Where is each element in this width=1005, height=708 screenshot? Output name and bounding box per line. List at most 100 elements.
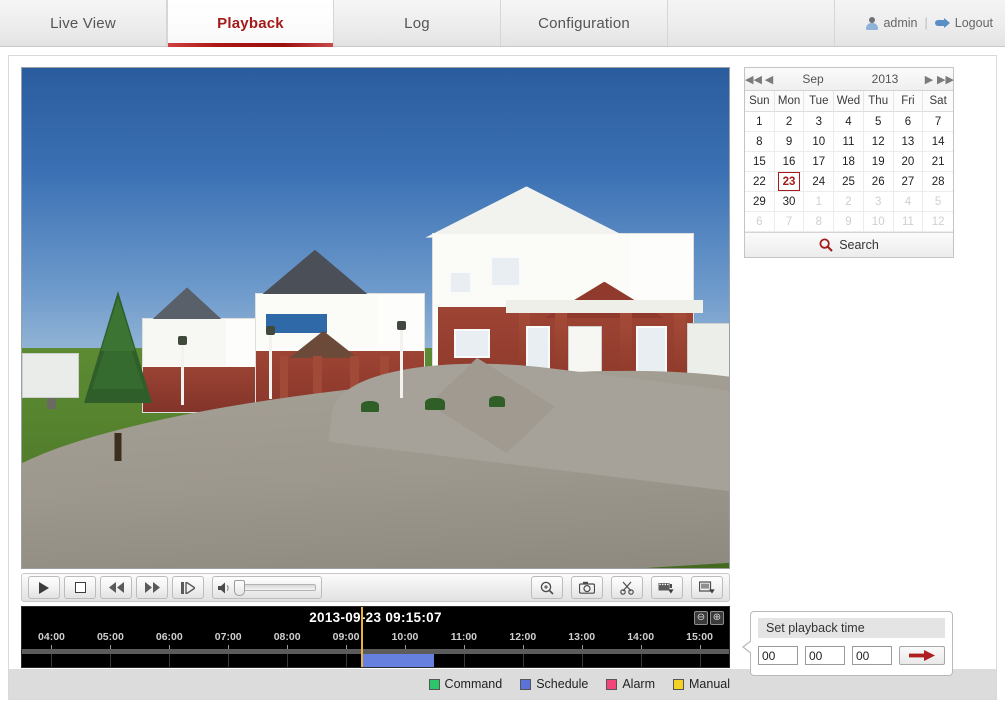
playback-minute-input[interactable] (805, 646, 845, 665)
user-separator: | (924, 16, 928, 30)
playback-hour-input[interactable] (758, 646, 798, 665)
calendar-day-29[interactable]: 29 (745, 192, 775, 212)
reverse-playback-button[interactable] (100, 576, 132, 599)
timeline-track[interactable] (22, 654, 729, 667)
calendar-day-2[interactable]: 2 (774, 112, 805, 132)
calendar-day-28[interactable]: 28 (923, 172, 953, 192)
calendar-day-13[interactable]: 13 (893, 132, 924, 152)
search-button[interactable]: Search (745, 232, 953, 257)
timeline-tick-0700: 07:00 (214, 631, 242, 643)
timeline-tick-0600: 06:00 (155, 631, 183, 643)
calendar-next-month-button[interactable]: ▶ (921, 73, 937, 86)
calendar-day-3[interactable]: 3 (804, 112, 835, 132)
timeline-recording-block[interactable] (360, 654, 435, 667)
playback-second-input[interactable] (852, 646, 892, 665)
playback-goto-button[interactable] (899, 646, 945, 665)
legend-label-alarm: Alarm (622, 677, 655, 691)
calendar-prev-month-button[interactable]: ◀ (761, 73, 777, 86)
volume-slider-track[interactable] (234, 580, 316, 596)
calendar-day-5[interactable]: 5 (863, 112, 894, 132)
calendar-day-12[interactable]: 12 (923, 212, 953, 232)
video-display[interactable] (21, 67, 730, 569)
volume-control[interactable] (212, 576, 322, 599)
calendar-day-18[interactable]: 18 (834, 152, 864, 172)
calendar-day-9[interactable]: 9 (774, 132, 805, 152)
calendar-day-6[interactable]: 6 (745, 212, 775, 232)
tab-live-view[interactable]: Live View (0, 0, 167, 46)
calendar-day-1[interactable]: 1 (804, 192, 835, 212)
capture-picture-button[interactable] (571, 576, 603, 599)
set-playback-time-title: Set playback time (758, 618, 945, 638)
download-video-button[interactable] (651, 576, 683, 599)
scene-house-edge-left (22, 353, 79, 398)
calendar-day-11[interactable]: 11 (834, 132, 864, 152)
calendar-day-3[interactable]: 3 (863, 192, 894, 212)
playback-timeline[interactable]: 2013-09-23 09:15:07 ⊖ ⊕ 04:00 05:00 06:00 0… (21, 606, 730, 668)
calendar-day-12[interactable]: 12 (863, 132, 894, 152)
calendar-day-20[interactable]: 20 (893, 152, 924, 172)
timeline-cursor[interactable] (360, 607, 363, 667)
tab-configuration[interactable]: Configuration (501, 0, 668, 46)
calendar-day-16[interactable]: 16 (774, 152, 805, 172)
calendar-day-4[interactable]: 4 (893, 192, 924, 212)
calendar-day-4[interactable]: 4 (834, 112, 864, 132)
scene-lamp-post-1 (178, 336, 188, 405)
set-playback-time-row (758, 646, 945, 665)
calendar-day-1[interactable]: 1 (745, 112, 775, 132)
logout-icon[interactable] (934, 17, 950, 29)
calendar-day-8[interactable]: 8 (804, 212, 835, 232)
calendar-year-label[interactable]: 2013 (849, 72, 921, 86)
calendar-day-14[interactable]: 14 (923, 132, 953, 152)
calendar-day-10[interactable]: 10 (863, 212, 894, 232)
tab-playback[interactable]: Playback (167, 0, 334, 47)
scene-shrub-2 (424, 398, 445, 410)
calendar-day-2[interactable]: 2 (834, 192, 864, 212)
clip-start-button[interactable] (611, 576, 643, 599)
timeline-tick-1000: 10:00 (391, 631, 419, 643)
timeline-gridline (640, 654, 642, 667)
calendar-day-5[interactable]: 5 (923, 192, 953, 212)
calendar-day-17[interactable]: 17 (804, 152, 835, 172)
calendar-day-11[interactable]: 11 (893, 212, 924, 232)
calendar-day-6[interactable]: 6 (893, 112, 924, 132)
fast-forward-button[interactable] (136, 576, 168, 599)
calendar-weekday-tue: Tue (804, 91, 835, 112)
timeline-gridline (110, 654, 112, 667)
calendar-day-23[interactable]: 23 (774, 172, 805, 192)
scene-lamp-post-3 (397, 321, 407, 398)
calendar-day-7[interactable]: 7 (774, 212, 805, 232)
username-label[interactable]: admin (883, 16, 917, 30)
calendar-day-26[interactable]: 26 (863, 172, 894, 192)
calendar-day-22[interactable]: 22 (745, 172, 775, 192)
calendar-day-30[interactable]: 30 (774, 192, 805, 212)
stop-button[interactable] (64, 576, 96, 599)
set-playback-time-panel: Set playback time (742, 611, 953, 676)
play-button[interactable] (28, 576, 60, 599)
download-picture-button[interactable] (691, 576, 723, 599)
calendar-day-9[interactable]: 9 (834, 212, 864, 232)
legend-swatch-command (428, 678, 440, 690)
calendar-next-year-button[interactable]: ▶▶ (937, 73, 954, 86)
calendar-day-7[interactable]: 7 (923, 112, 953, 132)
scene-bollard (46, 398, 56, 409)
single-frame-button[interactable] (172, 576, 204, 599)
calendar-day-8[interactable]: 8 (745, 132, 775, 152)
logout-link[interactable]: Logout (955, 16, 993, 30)
calendar-day-25[interactable]: 25 (834, 172, 864, 192)
calendar-day-19[interactable]: 19 (863, 152, 894, 172)
timeline-zoom-out-button[interactable]: ⊖ (694, 611, 708, 625)
calendar-day-24[interactable]: 24 (804, 172, 835, 192)
tab-log[interactable]: Log (334, 0, 501, 46)
scene-house-far (142, 287, 270, 413)
calendar-month-label[interactable]: Sep (777, 72, 849, 86)
calendar-day-21[interactable]: 21 (923, 152, 953, 172)
calendar-weekday-wed: Wed (834, 91, 864, 112)
digital-zoom-button[interactable] (531, 576, 563, 599)
volume-slider-handle[interactable] (234, 580, 245, 596)
calendar-day-grid[interactable]: 1 2 3 4 5 6 7 8 9 10 11 12 13 14 15 16 17 18 19 20 21 22 23 24 2… (745, 112, 953, 232)
calendar-day-27[interactable]: 27 (893, 172, 924, 192)
timeline-zoom-in-button[interactable]: ⊕ (710, 611, 724, 625)
calendar-day-15[interactable]: 15 (745, 152, 775, 172)
calendar-day-10[interactable]: 10 (804, 132, 835, 152)
calendar-prev-year-button[interactable]: ◀◀ (745, 73, 762, 86)
